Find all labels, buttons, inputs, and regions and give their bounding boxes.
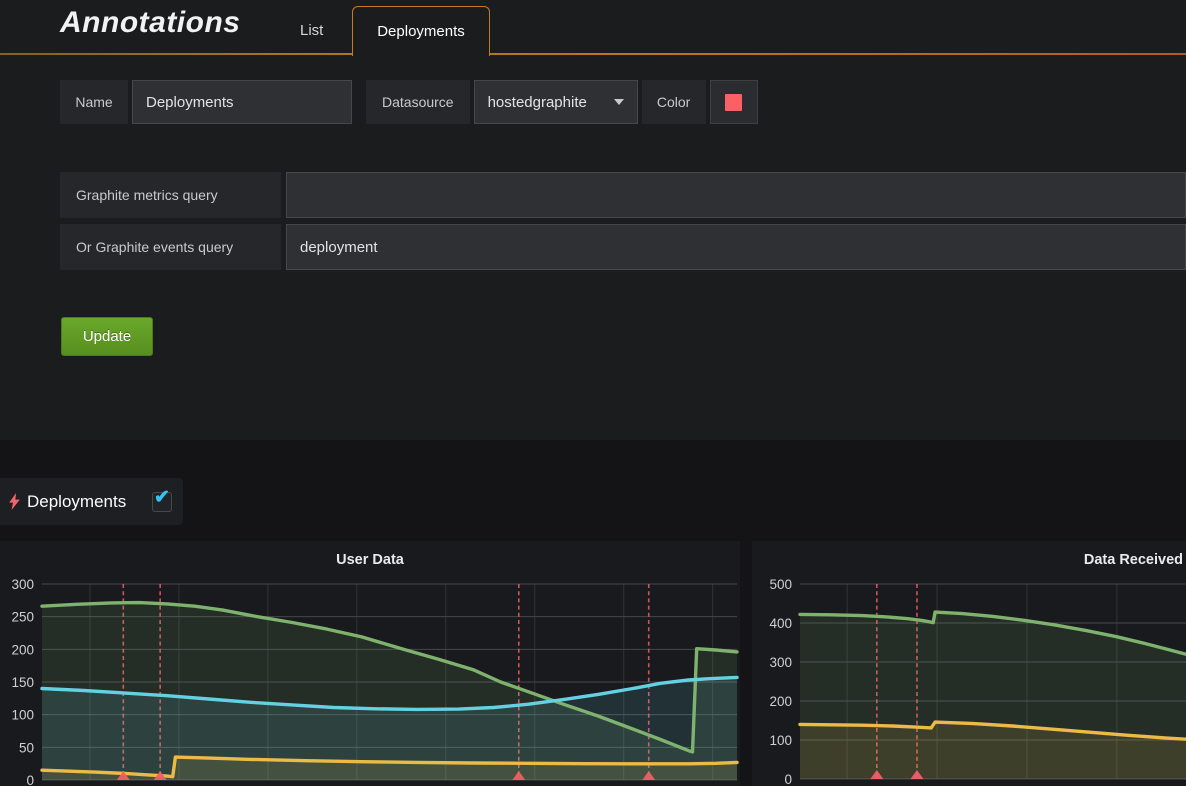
annotation-settings-row: Name Datasource hostedgraphite Color (60, 80, 758, 124)
panel-title-data-received[interactable]: Data Received (1084, 552, 1183, 568)
panel-title-user-data[interactable]: User Data (0, 541, 740, 568)
annotation-toggle-badge[interactable]: Deployments ✔ (0, 478, 183, 525)
header-accent-underline (0, 53, 1186, 55)
y-axis-tick-label: 100 (769, 733, 792, 748)
color-label: Color (642, 80, 706, 124)
lightning-bolt-icon (9, 493, 20, 510)
metrics-query-row: Graphite metrics query (60, 172, 1186, 218)
y-axis-tick-label: 0 (784, 772, 792, 786)
y-axis-tick-label: 200 (11, 642, 34, 657)
annotations-editor-section: Annotations List Deployments Name Dataso… (0, 0, 1186, 440)
panel-user-data: User Data 0 50 100 150 200 250 300 (0, 541, 740, 786)
data-received-chart[interactable]: 0 100 200 300 400 500 (752, 541, 1186, 786)
y-axis-tick-label: 300 (769, 655, 792, 670)
y-axis-tick-label: 50 (19, 740, 34, 755)
metrics-query-input[interactable] (286, 172, 1186, 218)
events-query-row: Or Graphite events query (60, 224, 1186, 270)
update-button[interactable]: Update (61, 317, 153, 356)
y-axis-tick-label: 500 (769, 577, 792, 592)
tab-list-label: List (300, 22, 323, 39)
page-title: Annotations (60, 6, 240, 40)
checkmark-icon: ✔ (154, 486, 170, 509)
y-axis-tick-label: 400 (769, 616, 792, 631)
datasource-selected-value: hostedgraphite (488, 94, 587, 111)
user-data-chart[interactable]: 0 50 100 150 200 250 300 (0, 541, 740, 786)
y-axis-tick-label: 200 (769, 694, 792, 709)
annotation-toggle-checkbox[interactable]: ✔ (152, 492, 172, 512)
y-axis-tick-label: 100 (11, 708, 34, 723)
name-label: Name (60, 80, 128, 124)
metrics-query-label: Graphite metrics query (60, 172, 281, 218)
tab-list[interactable]: List (290, 6, 333, 55)
tab-deployments[interactable]: Deployments (352, 6, 490, 56)
tab-deployments-label: Deployments (377, 23, 465, 40)
datasource-select[interactable]: hostedgraphite (474, 80, 638, 124)
datasource-label: Datasource (366, 80, 470, 124)
name-input[interactable] (132, 80, 352, 124)
y-axis-tick-label: 250 (11, 610, 34, 625)
events-query-label: Or Graphite events query (60, 224, 281, 270)
color-picker-button[interactable] (710, 80, 758, 124)
annotation-toggle-label: Deployments (27, 492, 126, 512)
events-query-input[interactable] (286, 224, 1186, 270)
chevron-down-icon (614, 99, 624, 105)
color-swatch (725, 94, 742, 111)
panel-data-received: Data Received 0 100 200 300 400 500 (752, 541, 1186, 786)
y-axis-tick-label: 0 (26, 773, 34, 786)
y-axis-tick-label: 300 (11, 577, 34, 592)
y-axis-tick-label: 150 (11, 675, 34, 690)
